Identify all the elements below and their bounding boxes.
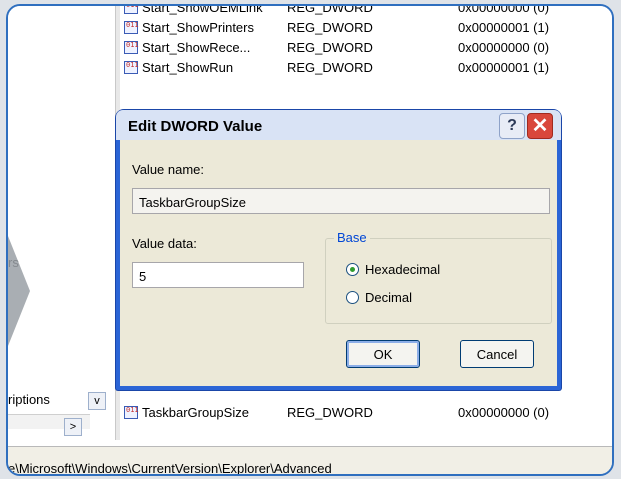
- radio-button-selected[interactable]: [346, 263, 359, 276]
- radio-button[interactable]: [346, 291, 359, 304]
- hexadecimal-label: Hexadecimal: [365, 262, 441, 277]
- value-name: Start_ShowPrinters: [142, 20, 254, 35]
- arrow-decoration: [8, 236, 30, 346]
- value-data: 0x00000001 (1): [458, 60, 550, 75]
- chevron-right-icon: >: [69, 421, 77, 433]
- dialog-title: Edit DWORD Value: [128, 118, 263, 135]
- value-data: 0x00000001 (1): [458, 20, 550, 35]
- edit-dword-dialog: Edit DWORD Value ? ✕ Value name: Taskbar…: [116, 110, 561, 390]
- list-item[interactable]: Start_ShowRun REG_DWORD 0x00000001 (1): [120, 58, 612, 78]
- close-icon: ✕: [531, 115, 549, 137]
- list-item[interactable]: Start_ShowRece... REG_DWORD 0x00000000 (…: [120, 38, 612, 58]
- chevron-down-icon: v: [94, 395, 100, 407]
- value-type: REG_DWORD: [287, 40, 373, 55]
- value-type: REG_DWORD: [287, 20, 373, 35]
- tree-item-partial-descriptions[interactable]: riptions: [8, 392, 50, 407]
- registry-dword-icon: [124, 41, 139, 54]
- value-type: REG_DWORD: [287, 60, 373, 75]
- registry-dword-icon: [124, 406, 139, 419]
- value-data-input[interactable]: 5: [132, 262, 304, 288]
- ok-button-label: OK: [373, 346, 393, 362]
- value-name-field: TaskbarGroupSize: [132, 188, 550, 214]
- registry-dword-icon: [124, 61, 139, 74]
- base-group: Base Hexadecimal Decimal: [325, 230, 552, 324]
- dialog-title-bar[interactable]: Edit DWORD Value ? ✕: [116, 110, 561, 140]
- status-bar: e\Microsoft\Windows\CurrentVersion\Explo…: [8, 446, 612, 476]
- dialog-body: Value name: TaskbarGroupSize Value data:…: [120, 140, 557, 386]
- value-name-label: Value name:: [132, 162, 205, 177]
- registry-path: e\Microsoft\Windows\CurrentVersion\Explo…: [8, 461, 332, 476]
- hexadecimal-radio[interactable]: Hexadecimal: [346, 262, 440, 277]
- value-type: REG_DWORD: [287, 405, 373, 420]
- value-name: Start_ShowRun: [142, 60, 234, 75]
- decimal-label: Decimal: [365, 290, 412, 305]
- ok-button[interactable]: OK: [346, 340, 420, 368]
- list-item[interactable]: Start_ShowOEMLink REG_DWORD 0x00000000 (…: [120, 4, 612, 18]
- help-icon: ?: [507, 117, 517, 134]
- scroll-right-button[interactable]: >: [64, 418, 82, 436]
- base-group-label: Base: [334, 230, 370, 245]
- list-item[interactable]: Start_ShowPrinters REG_DWORD 0x00000001 …: [120, 18, 612, 38]
- value-name-text: TaskbarGroupSize: [139, 195, 246, 210]
- close-button[interactable]: ✕: [527, 113, 553, 139]
- value-name: Start_ShowRece...: [142, 40, 251, 55]
- list-item[interactable]: TaskbarGroupSize REG_DWORD 0x00000000 (0…: [120, 403, 612, 423]
- cancel-button-label: Cancel: [476, 346, 518, 362]
- registry-dword-icon: [124, 21, 139, 34]
- value-data: 0x00000000 (0): [458, 405, 550, 420]
- value-data: 0x00000000 (0): [458, 40, 550, 55]
- value-type: REG_DWORD: [287, 4, 373, 15]
- tree-pane: rs riptions v >: [8, 6, 115, 440]
- value-data-label: Value data:: [132, 236, 197, 251]
- cancel-button[interactable]: Cancel: [460, 340, 534, 368]
- value-name: Start_ShowOEMLink: [142, 4, 263, 15]
- registry-dword-icon: [124, 6, 139, 14]
- value-data-text: 5: [139, 269, 147, 284]
- value-name: TaskbarGroupSize: [142, 405, 249, 420]
- help-button[interactable]: ?: [499, 113, 525, 139]
- tree-dropdown-button[interactable]: v: [88, 392, 106, 410]
- value-data: 0x00000000 (0): [458, 4, 550, 15]
- decimal-radio[interactable]: Decimal: [346, 290, 412, 305]
